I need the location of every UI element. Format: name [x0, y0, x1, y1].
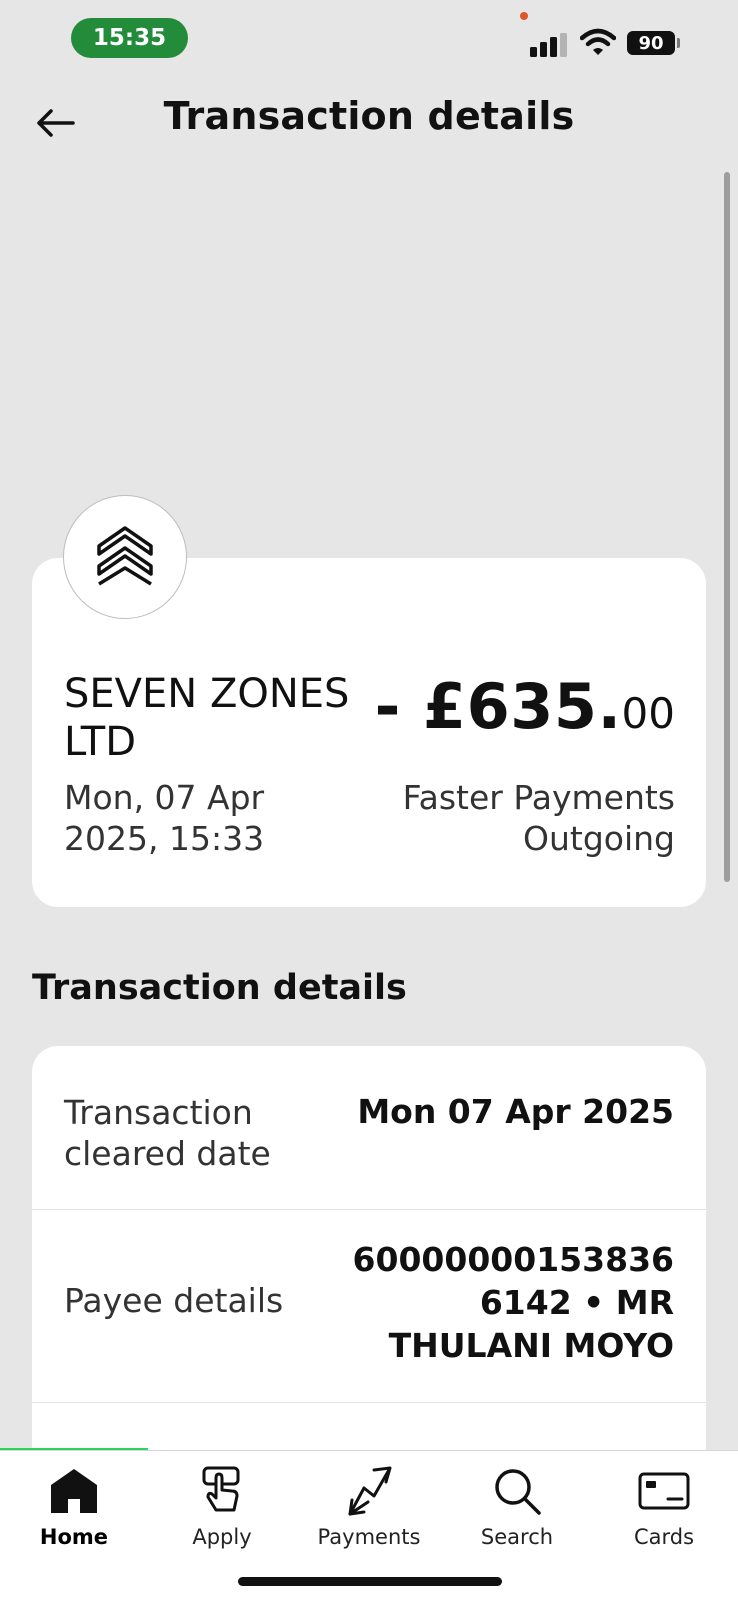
transaction-amount: - £635.00	[375, 670, 675, 743]
battery-indicator: 90	[627, 31, 675, 55]
tap-hand-icon	[200, 1463, 244, 1519]
detail-value: Mon 07 Apr 2025	[357, 1092, 674, 1131]
scrollbar[interactable]	[724, 172, 730, 882]
home-icon	[49, 1463, 99, 1519]
chevrons-up-logo-icon	[97, 526, 153, 586]
tab-label: Payments	[317, 1525, 421, 1549]
detail-row-payee-details[interactable]: Payee details 60000000153836 6142 • MR T…	[32, 1210, 706, 1405]
tab-label: Apply	[192, 1525, 252, 1549]
details-card: Transaction cleared date Mon 07 Apr 2025…	[32, 1046, 706, 1466]
detail-row-cleared-date: Transaction cleared date Mon 07 Apr 2025	[32, 1046, 706, 1206]
payment-type: Faster Payments Outgoing	[402, 778, 675, 858]
page-title: Transaction details	[163, 94, 575, 138]
home-indicator	[238, 1577, 502, 1586]
detail-value: 60000000153836 6142 • MR THULANI MOYO	[352, 1240, 674, 1365]
detail-label: Payee details	[64, 1281, 284, 1320]
row-divider	[32, 1402, 706, 1403]
tab-home[interactable]: Home	[0, 1463, 148, 1563]
section-heading: Transaction details	[32, 968, 407, 1008]
cellular-signal-icon	[530, 33, 567, 57]
merchant-name: SEVEN ZONES LTD	[64, 671, 350, 765]
tab-cards[interactable]: Cards	[590, 1463, 738, 1563]
amount-pence: 00	[621, 689, 675, 738]
tab-label: Home	[39, 1525, 109, 1549]
battery-tip	[677, 38, 680, 48]
tab-label: Search	[480, 1525, 554, 1549]
tab-apply[interactable]: Apply	[148, 1463, 296, 1563]
search-icon	[492, 1463, 542, 1519]
card-icon	[638, 1463, 690, 1519]
tab-payments[interactable]: Payments	[295, 1463, 443, 1563]
wifi-icon	[580, 28, 616, 55]
payments-arrows-icon	[344, 1463, 394, 1519]
tab-search[interactable]: Search	[443, 1463, 591, 1563]
status-time: 15:35	[71, 18, 188, 58]
status-bar: 15:35 90	[0, 0, 738, 80]
transaction-datetime: Mon, 07 Apr 2025, 15:33	[64, 778, 265, 858]
recording-dot-icon	[520, 12, 528, 20]
detail-label: Transaction cleared date	[64, 1093, 271, 1173]
tab-label: Cards	[633, 1525, 695, 1549]
merchant-logo	[63, 495, 187, 619]
amount-main: - £635.	[374, 670, 622, 743]
